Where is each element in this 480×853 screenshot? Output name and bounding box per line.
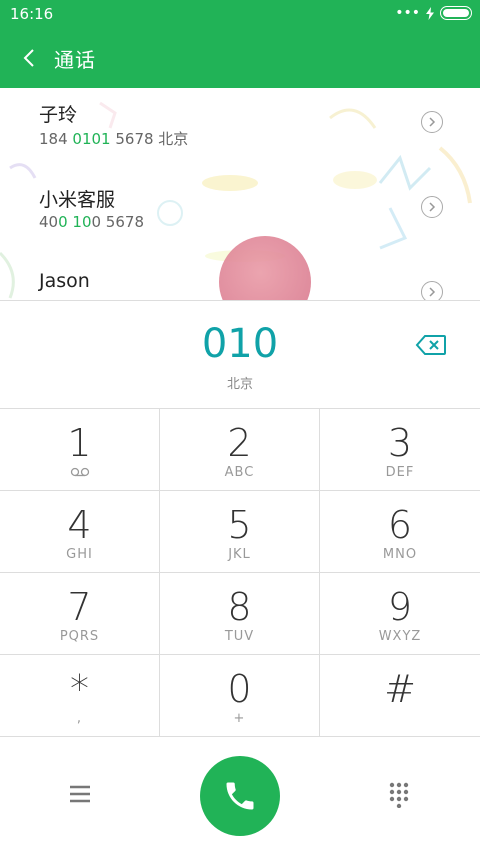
contact-number: 184 0101 5678 北京 (39, 128, 188, 149)
key-digit: 3 (387, 421, 413, 465)
key-0[interactable]: 0 + (160, 655, 320, 737)
key-letters: ABC (224, 465, 255, 480)
back-button[interactable] (18, 43, 40, 73)
key-7[interactable]: 7 PQRS (0, 573, 160, 655)
chevron-right-icon (429, 202, 436, 212)
key-digit: 4 (67, 503, 92, 547)
key-2[interactable]: 2 ABC (160, 409, 320, 491)
contact-row[interactable]: 子玲 184 0101 5678 北京 (0, 88, 480, 172)
voicemail-icon (70, 467, 90, 477)
key-digit: 7 (67, 585, 92, 629)
battery-icon (440, 6, 472, 20)
menu-icon[interactable] (68, 784, 92, 804)
dialpad-icon[interactable] (388, 782, 410, 808)
status-time: 16:16 (10, 5, 54, 23)
key-letters: , (76, 711, 83, 726)
contact-detail-button[interactable] (421, 281, 443, 300)
number-match: 0101 (72, 130, 111, 148)
contact-detail-button[interactable] (421, 196, 443, 218)
signal-dots: ••• (395, 5, 420, 21)
key-letters: WXYZ (378, 629, 422, 644)
contact-name: Jason (39, 270, 90, 292)
key-letters: + (233, 711, 246, 726)
dial-entry: 010 北京 (0, 300, 480, 409)
key-letters: GHI (66, 547, 93, 562)
app-bar: 通话 (0, 28, 480, 88)
dialed-number: 010 (201, 321, 279, 367)
key-letters: JKL (228, 547, 251, 562)
key-letters: MNO (382, 547, 418, 562)
key-letters: PQRS (59, 629, 100, 644)
key-digit: 0 (227, 667, 252, 711)
number-part: 184 (39, 130, 73, 148)
dial-pad: 1 2 ABC 3 DEF 4 GHI 5 JKL 6 MNO 7 PQRS 8… (0, 408, 480, 739)
key-digit: * (70, 667, 89, 711)
contact-suggestions[interactable]: 子玲 184 0101 5678 北京 小米客服 400 100 5678 Ja… (0, 88, 480, 300)
key-4[interactable]: 4 GHI (0, 491, 160, 573)
number-match: 0 10 (58, 213, 92, 231)
number-part: 5678 北京 (110, 130, 189, 148)
key-digit: 8 (227, 585, 252, 629)
chevron-left-icon (23, 49, 34, 67)
chevron-right-icon (429, 117, 436, 127)
number-region: 北京 (226, 377, 253, 392)
key-star[interactable]: * , (0, 655, 160, 737)
call-button[interactable] (200, 756, 280, 836)
backspace-icon[interactable] (415, 333, 447, 357)
key-digit: 1 (67, 421, 92, 465)
key-8[interactable]: 8 TUV (160, 573, 320, 655)
number-part: 0 5678 (91, 213, 145, 231)
key-digit: 5 (227, 503, 252, 547)
number-part: 40 (39, 213, 59, 231)
bottom-actions (0, 738, 480, 853)
key-digit: # (384, 667, 416, 711)
contact-name: 小米客服 (39, 189, 116, 211)
key-digit: 6 (387, 503, 413, 547)
contact-name: 子玲 (39, 104, 78, 126)
key-hash[interactable]: # (320, 655, 480, 737)
contact-number: 400 100 5678 (39, 213, 144, 231)
key-3[interactable]: 3 DEF (320, 409, 480, 491)
page-title: 通话 (54, 48, 96, 72)
status-bar: 16:16 ••• (0, 0, 480, 28)
contact-row[interactable]: Jason (0, 258, 480, 300)
chevron-right-icon (429, 287, 436, 297)
key-digit: 2 (227, 421, 252, 465)
key-9[interactable]: 9 WXYZ (320, 573, 480, 655)
key-6[interactable]: 6 MNO (320, 491, 480, 573)
contact-row[interactable]: 小米客服 400 100 5678 (0, 173, 480, 257)
phone-icon (226, 782, 254, 810)
key-letters: DEF (385, 465, 415, 480)
bolt-icon (426, 6, 434, 20)
key-1[interactable]: 1 (0, 409, 160, 491)
key-digit: 9 (387, 585, 413, 629)
key-letters: TUV (224, 629, 255, 644)
key-5[interactable]: 5 JKL (160, 491, 320, 573)
contact-detail-button[interactable] (421, 111, 443, 133)
status-icons: ••• (395, 5, 472, 21)
